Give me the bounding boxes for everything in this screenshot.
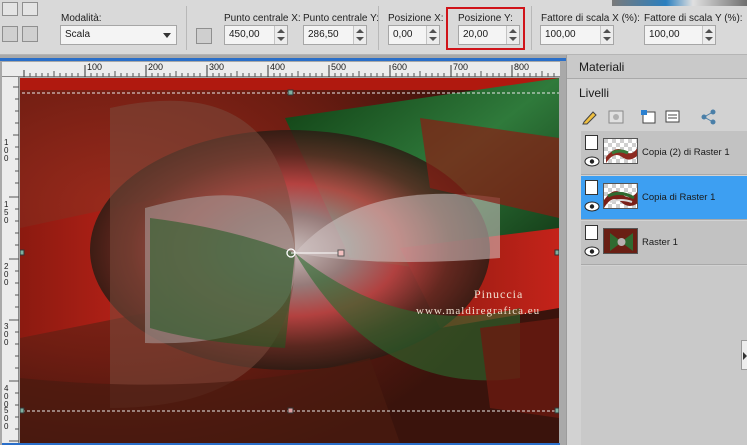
- scale-x-stepper[interactable]: [600, 26, 613, 44]
- vertical-ruler[interactable]: 1 0 0 1 5 0 2 0 0 3 0 0 4 0 0 5 0 0: [2, 77, 19, 445]
- new-layer-icon[interactable]: [640, 109, 658, 125]
- reset-transform-icon[interactable]: [196, 28, 212, 44]
- ruler-label: 400: [270, 62, 286, 72]
- ruler-label: 3 0 0: [4, 322, 9, 347]
- center-y-stepper[interactable]: [353, 26, 366, 44]
- chevron-down-icon: [163, 33, 171, 38]
- materials-title: Materiali: [579, 60, 625, 74]
- toolbar-divider: [378, 6, 379, 50]
- pick-tool-icon[interactable]: [2, 2, 18, 16]
- ruler-label: 500: [331, 62, 347, 72]
- ruler-label: 800: [514, 62, 530, 72]
- scale-y-label: Fattore di scala Y (%):: [644, 13, 743, 24]
- image-canvas[interactable]: Pinuccia www.maldiregrafica.eu: [20, 78, 559, 443]
- toolbar-divider: [531, 6, 532, 50]
- scale-y-stepper[interactable]: [702, 26, 715, 44]
- mask-icon[interactable]: [607, 109, 625, 125]
- palette-swatch-strip[interactable]: [612, 0, 747, 6]
- rotate-icon[interactable]: [22, 26, 38, 42]
- eye-icon[interactable]: [584, 246, 600, 257]
- ruler-label: 1 0 0: [4, 138, 9, 163]
- center-y-value: 286,50: [308, 29, 339, 40]
- watermark-name: Pinuccia: [474, 287, 524, 301]
- layer-type-icon: [585, 180, 598, 195]
- center-y-label: Punto centrale Y:: [303, 13, 379, 24]
- layer-properties-icon[interactable]: [664, 109, 682, 125]
- pencil-icon[interactable]: [581, 109, 599, 125]
- layer-thumbnail: [603, 138, 638, 164]
- ruler-label: 200: [148, 62, 164, 72]
- ruler-label: 100: [87, 62, 103, 72]
- eye-icon[interactable]: [584, 156, 600, 167]
- layer-type-icon: [585, 225, 598, 240]
- watermark-url: www.maldiregrafica.eu: [416, 305, 541, 317]
- artwork: [20, 78, 559, 443]
- scale-y-value: 100,00: [649, 29, 680, 40]
- chevron-right-icon: [743, 352, 747, 360]
- scale-x-input[interactable]: 100,00: [540, 25, 614, 45]
- center-x-input[interactable]: 450,00: [224, 25, 288, 45]
- right-panels: Materiali Livelli Copia (2) di Raster 1 …: [566, 55, 747, 445]
- layer-thumbnail: [603, 183, 638, 209]
- deform-icon[interactable]: [2, 26, 18, 42]
- mode-select-value: Scala: [65, 29, 91, 40]
- ruler-label: 2 0 0: [4, 262, 9, 287]
- toolbar-divider: [186, 6, 187, 50]
- share-icon[interactable]: [700, 109, 718, 125]
- panel-empty-area: [581, 266, 747, 445]
- layer-name: Copia di Raster 1: [642, 192, 716, 203]
- center-x-value: 450,00: [229, 29, 260, 40]
- layers-title: Livelli: [579, 86, 610, 100]
- tool-options-bar: Modalità: Scala Punto centrale X: 450,00…: [0, 0, 747, 55]
- layer-row-selected[interactable]: Copia di Raster 1: [581, 176, 747, 220]
- position-x-stepper[interactable]: [426, 26, 439, 44]
- layer-row[interactable]: Copia (2) di Raster 1: [581, 131, 747, 175]
- panel-collapse-tab[interactable]: [741, 340, 747, 370]
- ruler-label: 600: [392, 62, 408, 72]
- position-x-label: Posizione X:: [388, 13, 444, 24]
- position-x-input[interactable]: 0,00: [388, 25, 440, 45]
- mode-label: Modalità:: [61, 13, 102, 24]
- mode-select[interactable]: Scala: [60, 25, 177, 45]
- center-x-stepper[interactable]: [274, 26, 287, 44]
- layer-name: Raster 1: [642, 237, 678, 248]
- ruler-label: 700: [453, 62, 469, 72]
- eye-icon[interactable]: [584, 201, 600, 212]
- ruler-label: 1 5 0: [4, 200, 9, 225]
- layer-row[interactable]: Raster 1: [581, 221, 747, 265]
- ruler-label: 300: [209, 62, 225, 72]
- layer-name: Copia (2) di Raster 1: [642, 147, 730, 158]
- horizontal-ruler[interactable]: 100 200 300 400 500 600 700 800: [2, 62, 560, 77]
- layers-panel-header[interactable]: Livelli: [567, 82, 747, 104]
- position-x-value: 0,00: [393, 29, 413, 40]
- center-x-label: Punto centrale X:: [224, 13, 301, 24]
- ruler-label: 5 0 0: [4, 406, 9, 431]
- transform-mode-icon[interactable]: [22, 2, 38, 16]
- scale-x-value: 100,00: [545, 29, 576, 40]
- center-y-input[interactable]: 286,50: [303, 25, 367, 45]
- layer-thumbnail: [603, 228, 638, 254]
- scale-x-label: Fattore di scala X (%):: [541, 13, 640, 24]
- highlight-annotation-box: [446, 7, 525, 50]
- layer-type-icon: [585, 135, 598, 150]
- materials-panel-header[interactable]: Materiali: [567, 55, 747, 79]
- window-top-blue-strip: [0, 58, 566, 61]
- scale-y-input[interactable]: 100,00: [644, 25, 716, 45]
- canvas-area: 100 200 300 400 500 600 700 800 1 0 0 1 …: [0, 55, 566, 445]
